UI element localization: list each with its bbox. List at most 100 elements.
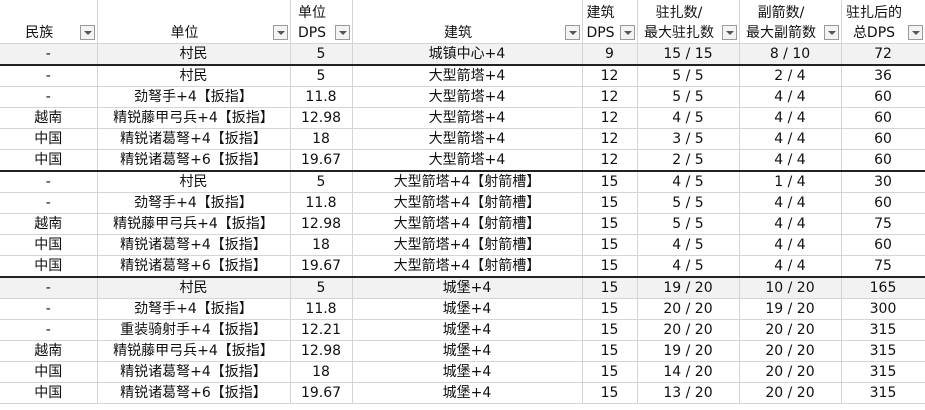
cell-total-dps[interactable]: 165 xyxy=(841,276,925,299)
cell-building-dps[interactable]: 15 xyxy=(582,170,638,193)
cell-civ[interactable]: - xyxy=(0,298,98,320)
filter-dropdown-icon[interactable] xyxy=(564,25,580,40)
cell-unit[interactable]: 劲弩手+4【扳指】 xyxy=(97,298,291,320)
cell-garrison[interactable]: 19 / 20 xyxy=(637,276,740,299)
cell-arrows[interactable]: 20 / 20 xyxy=(739,340,842,362)
cell-building[interactable]: 大型箭塔+4 xyxy=(352,149,583,172)
cell-unit[interactable]: 精锐诸葛弩+6【扳指】 xyxy=(97,382,291,404)
cell-civ[interactable]: - xyxy=(0,86,98,108)
cell-arrows[interactable]: 20 / 20 xyxy=(739,361,842,383)
cell-civ[interactable]: - xyxy=(0,64,98,87)
cell-arrows[interactable]: 4 / 4 xyxy=(739,149,842,172)
cell-total-dps[interactable]: 36 xyxy=(841,64,925,87)
filter-dropdown-icon[interactable] xyxy=(721,25,737,40)
cell-unit-dps[interactable]: 5 xyxy=(290,64,353,87)
cell-civ[interactable]: - xyxy=(0,276,98,299)
cell-building[interactable]: 城镇中心+4 xyxy=(352,43,583,66)
cell-civ[interactable]: - xyxy=(0,319,98,341)
cell-unit-dps[interactable]: 11.8 xyxy=(290,86,353,108)
cell-arrows[interactable]: 4 / 4 xyxy=(739,86,842,108)
cell-building[interactable]: 城堡+4 xyxy=(352,361,583,383)
cell-total-dps[interactable]: 60 xyxy=(841,149,925,172)
cell-garrison[interactable]: 20 / 20 xyxy=(637,298,740,320)
cell-arrows[interactable]: 4 / 4 xyxy=(739,213,842,235)
cell-unit[interactable]: 精锐藤甲弓兵+4【扳指】 xyxy=(97,107,291,129)
cell-total-dps[interactable]: 60 xyxy=(841,107,925,129)
cell-garrison[interactable]: 20 / 20 xyxy=(637,319,740,341)
cell-arrows[interactable]: 4 / 4 xyxy=(739,255,842,278)
filter-dropdown-icon[interactable] xyxy=(619,25,635,40)
cell-building-dps[interactable]: 12 xyxy=(582,149,638,172)
cell-garrison[interactable]: 14 / 20 xyxy=(637,361,740,383)
cell-civ[interactable]: - xyxy=(0,192,98,214)
cell-civ[interactable]: 越南 xyxy=(0,107,98,129)
cell-arrows[interactable]: 4 / 4 xyxy=(739,192,842,214)
cell-garrison[interactable]: 5 / 5 xyxy=(637,64,740,87)
cell-unit[interactable]: 村民 xyxy=(97,170,291,193)
cell-unit[interactable]: 村民 xyxy=(97,43,291,66)
cell-civ[interactable]: 中国 xyxy=(0,128,98,150)
cell-unit[interactable]: 精锐藤甲弓兵+4【扳指】 xyxy=(97,213,291,235)
cell-unit-dps[interactable]: 19.67 xyxy=(290,255,353,278)
cell-garrison[interactable]: 15 / 15 xyxy=(637,43,740,66)
filter-dropdown-icon[interactable] xyxy=(907,25,923,40)
cell-garrison[interactable]: 5 / 5 xyxy=(637,86,740,108)
cell-building[interactable]: 城堡+4 xyxy=(352,276,583,299)
cell-arrows[interactable]: 4 / 4 xyxy=(739,234,842,256)
cell-building[interactable]: 大型箭塔+4【射箭槽】 xyxy=(352,170,583,193)
cell-unit-dps[interactable]: 12.98 xyxy=(290,340,353,362)
cell-unit[interactable]: 劲弩手+4【扳指】 xyxy=(97,86,291,108)
cell-unit-dps[interactable]: 5 xyxy=(290,276,353,299)
cell-building[interactable]: 大型箭塔+4 xyxy=(352,107,583,129)
cell-building-dps[interactable]: 12 xyxy=(582,128,638,150)
cell-building-dps[interactable]: 15 xyxy=(582,213,638,235)
cell-building-dps[interactable]: 12 xyxy=(582,86,638,108)
cell-arrows[interactable]: 20 / 20 xyxy=(739,382,842,404)
cell-total-dps[interactable]: 300 xyxy=(841,298,925,320)
cell-civ[interactable]: - xyxy=(0,170,98,193)
cell-building[interactable]: 大型箭塔+4【射箭槽】 xyxy=(352,234,583,256)
cell-building[interactable]: 城堡+4 xyxy=(352,298,583,320)
cell-building-dps[interactable]: 9 xyxy=(582,43,638,66)
cell-garrison[interactable]: 5 / 5 xyxy=(637,192,740,214)
cell-total-dps[interactable]: 60 xyxy=(841,86,925,108)
cell-unit[interactable]: 精锐诸葛弩+6【扳指】 xyxy=(97,149,291,172)
cell-unit[interactable]: 精锐藤甲弓兵+4【扳指】 xyxy=(97,340,291,362)
cell-building-dps[interactable]: 15 xyxy=(582,276,638,299)
cell-unit-dps[interactable]: 5 xyxy=(290,43,353,66)
cell-unit-dps[interactable]: 12.21 xyxy=(290,319,353,341)
cell-building[interactable]: 大型箭塔+4【射箭槽】 xyxy=(352,192,583,214)
cell-unit-dps[interactable]: 12.98 xyxy=(290,107,353,129)
cell-unit[interactable]: 精锐诸葛弩+4【扳指】 xyxy=(97,361,291,383)
cell-building-dps[interactable]: 15 xyxy=(582,340,638,362)
cell-unit-dps[interactable]: 11.8 xyxy=(290,298,353,320)
cell-total-dps[interactable]: 315 xyxy=(841,382,925,404)
cell-garrison[interactable]: 4 / 5 xyxy=(637,234,740,256)
cell-unit[interactable]: 精锐诸葛弩+6【扳指】 xyxy=(97,255,291,278)
cell-building[interactable]: 大型箭塔+4 xyxy=(352,64,583,87)
cell-unit-dps[interactable]: 18 xyxy=(290,128,353,150)
cell-building-dps[interactable]: 15 xyxy=(582,319,638,341)
cell-total-dps[interactable]: 315 xyxy=(841,361,925,383)
cell-building-dps[interactable]: 15 xyxy=(582,234,638,256)
filter-dropdown-icon[interactable] xyxy=(823,25,839,40)
cell-building[interactable]: 大型箭塔+4 xyxy=(352,128,583,150)
cell-building-dps[interactable]: 15 xyxy=(582,382,638,404)
cell-garrison[interactable]: 4 / 5 xyxy=(637,107,740,129)
cell-arrows[interactable]: 8 / 10 xyxy=(739,43,842,66)
cell-unit[interactable]: 精锐诸葛弩+4【扳指】 xyxy=(97,234,291,256)
cell-arrows[interactable]: 2 / 4 xyxy=(739,64,842,87)
cell-unit[interactable]: 村民 xyxy=(97,276,291,299)
cell-unit-dps[interactable]: 18 xyxy=(290,234,353,256)
cell-arrows[interactable]: 20 / 20 xyxy=(739,319,842,341)
cell-unit[interactable]: 重装骑射手+4【扳指】 xyxy=(97,319,291,341)
cell-unit-dps[interactable]: 5 xyxy=(290,170,353,193)
cell-civ[interactable]: 中国 xyxy=(0,234,98,256)
cell-garrison[interactable]: 3 / 5 xyxy=(637,128,740,150)
cell-building[interactable]: 大型箭塔+4 xyxy=(352,86,583,108)
cell-unit[interactable]: 劲弩手+4【扳指】 xyxy=(97,192,291,214)
cell-building[interactable]: 大型箭塔+4【射箭槽】 xyxy=(352,255,583,278)
cell-total-dps[interactable]: 60 xyxy=(841,192,925,214)
cell-civ[interactable]: 中国 xyxy=(0,255,98,278)
cell-building[interactable]: 城堡+4 xyxy=(352,319,583,341)
